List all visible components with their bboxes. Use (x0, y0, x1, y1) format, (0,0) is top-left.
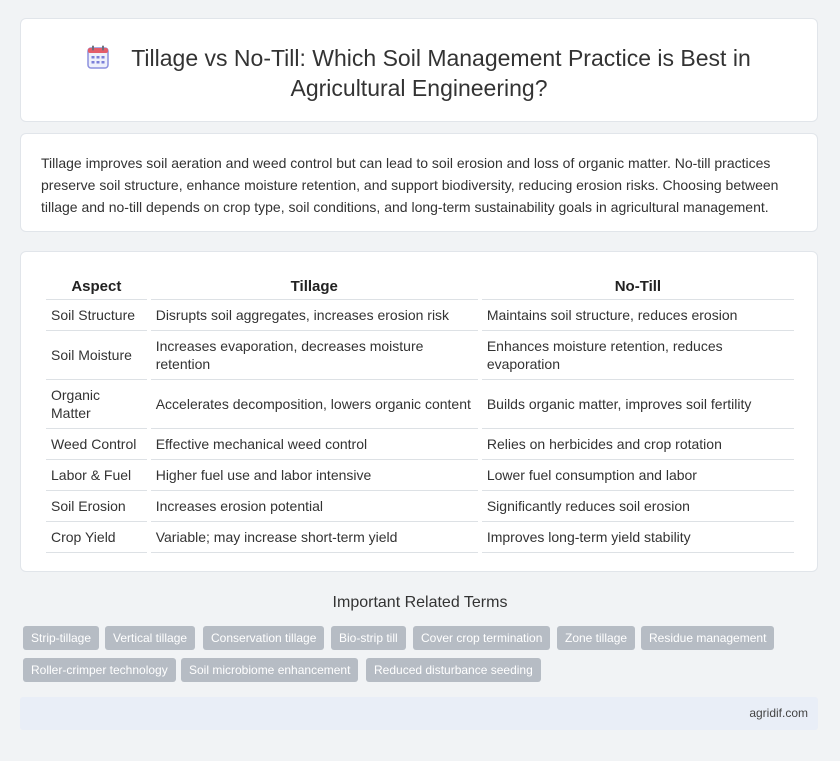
page-title: Tillage vs No-Till: Which Soil Managemen… (21, 43, 817, 103)
tillage-cell: Increases erosion potential (150, 491, 478, 522)
comparison-table: Aspect Tillage No-Till Soil Structure Di… (42, 274, 798, 553)
footer-site-link[interactable]: agridif.com (749, 706, 808, 720)
table-row: Labor & Fuel Higher fuel use and labor i… (46, 460, 794, 491)
tillage-cell: Variable; may increase short-term yield (150, 522, 478, 553)
aspect-cell: Soil Structure (46, 300, 147, 331)
tillage-cell: Effective mechanical weed control (150, 429, 478, 460)
intro-card: Tillage improves soil aeration and weed … (20, 133, 818, 232)
tag-soil-microbiome-enhancement[interactable]: Soil microbiome enhancement (181, 658, 359, 682)
header-aspect: Aspect (46, 274, 147, 300)
no-till-cell: Improves long-term yield stability (481, 522, 794, 553)
table-header-row: Aspect Tillage No-Till (46, 274, 794, 300)
calendar-icon (87, 45, 109, 69)
tag-roller-crimper-technology[interactable]: Roller-crimper technology (23, 658, 176, 682)
header-no-till: No-Till (481, 274, 794, 300)
tag-reduced-disturbance-seeding[interactable]: Reduced disturbance seeding (366, 658, 541, 682)
no-till-cell: Lower fuel consumption and labor (481, 460, 794, 491)
table-row: Organic Matter Accelerates decomposition… (46, 380, 794, 429)
table-row: Crop Yield Variable; may increase short-… (46, 522, 794, 553)
tag-residue-management[interactable]: Residue management (641, 626, 775, 650)
aspect-cell: Organic Matter (46, 380, 147, 429)
intro-paragraph: Tillage improves soil aeration and weed … (41, 155, 779, 215)
title-card: Tillage vs No-Till: Which Soil Managemen… (20, 18, 818, 122)
related-terms-title: Important Related Terms (332, 594, 508, 611)
tag-vertical-tillage[interactable]: Vertical tillage (105, 626, 196, 650)
title-line-2: Agricultural Engineering? (290, 75, 548, 101)
tag-strip-tillage[interactable]: Strip-tillage (23, 626, 100, 650)
aspect-cell: Labor & Fuel (46, 460, 147, 491)
tag-conservation-tillage[interactable]: Conservation tillage (203, 626, 325, 650)
tag-zone-tillage[interactable]: Zone tillage (557, 626, 636, 650)
no-till-cell: Enhances moisture retention, reduces eva… (481, 331, 794, 380)
table-row: Soil Moisture Increases evaporation, dec… (46, 331, 794, 380)
no-till-cell: Significantly reduces soil erosion (481, 491, 794, 522)
tillage-cell: Increases evaporation, decreases moistur… (150, 331, 478, 380)
tag-bio-strip-till[interactable]: Bio-strip till (331, 626, 406, 650)
header-tillage: Tillage (150, 274, 478, 300)
aspect-cell: Soil Erosion (46, 491, 147, 522)
aspect-cell: Weed Control (46, 429, 147, 460)
title-line-1: Tillage vs No-Till: Which Soil Managemen… (131, 45, 751, 71)
no-till-cell: Builds organic matter, improves soil fer… (481, 380, 794, 429)
comparison-card: Aspect Tillage No-Till Soil Structure Di… (20, 251, 818, 572)
tillage-cell: Higher fuel use and labor intensive (150, 460, 478, 491)
aspect-cell: Crop Yield (46, 522, 147, 553)
aspect-cell: Soil Moisture (46, 331, 147, 380)
table-row: Weed Control Effective mechanical weed c… (46, 429, 794, 460)
table-row: Soil Structure Disrupts soil aggregates,… (46, 300, 794, 331)
footer: agridif.com (20, 697, 818, 730)
no-till-cell: Maintains soil structure, reduces erosio… (481, 300, 794, 331)
tag-cover-crop-termination[interactable]: Cover crop termination (413, 626, 551, 650)
tillage-cell: Disrupts soil aggregates, increases eros… (150, 300, 478, 331)
no-till-cell: Relies on herbicides and crop rotation (481, 429, 794, 460)
tillage-cell: Accelerates decomposition, lowers organi… (150, 380, 478, 429)
table-row: Soil Erosion Increases erosion potential… (46, 491, 794, 522)
